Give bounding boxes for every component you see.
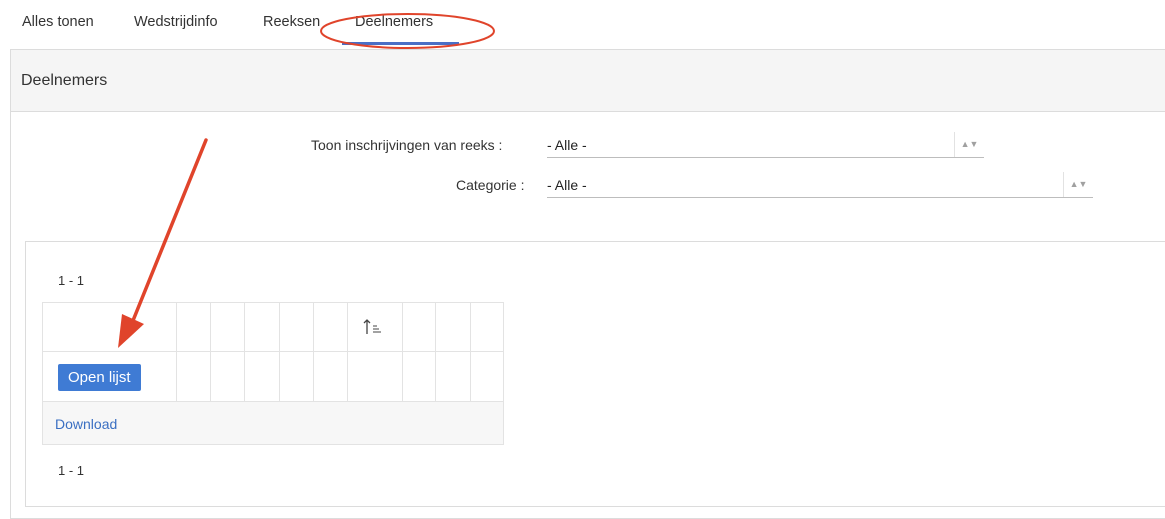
table-row: Open lijst [42, 351, 504, 401]
active-tab-indicator [342, 42, 459, 45]
deelnemers-panel: Deelnemers Toon inschrijvingen van reeks… [10, 49, 1165, 519]
tab-deelnemers[interactable]: Deelnemers [355, 14, 433, 30]
tab-bar: Alles tonen Wedstrijdinfo Reeksen Deelne… [0, 0, 1165, 49]
filter-categorie-label: Categorie : [456, 177, 525, 193]
filter-reeks-value: - Alle - [547, 137, 587, 153]
pager-bottom: 1 - 1 [58, 463, 85, 478]
filter-reeks-label: Toon inschrijvingen van reeks : [311, 137, 503, 153]
table-header-row [42, 302, 504, 352]
sort-ascending-icon[interactable] [362, 316, 384, 338]
tab-alles-tonen[interactable]: Alles tonen [22, 14, 94, 30]
select-arrows-icon: ▲▼ [954, 132, 984, 157]
select-arrows-icon: ▲▼ [1063, 172, 1093, 197]
pager-top: 1 - 1 [58, 273, 85, 288]
tab-wedstrijdinfo[interactable]: Wedstrijdinfo [134, 14, 218, 30]
download-link[interactable]: Download [55, 416, 117, 432]
filter-categorie-select[interactable]: - Alle - ▲▼ [547, 172, 1093, 198]
open-lijst-button[interactable]: Open lijst [58, 364, 141, 391]
tab-reeksen[interactable]: Reeksen [263, 14, 320, 30]
table-footer-row: Download [42, 401, 504, 445]
filter-reeks-select[interactable]: - Alle - ▲▼ [547, 132, 984, 158]
filter-categorie-value: - Alle - [547, 177, 587, 193]
results-box: 1 - 1 Open lijst Download 1 - 1 [25, 241, 1165, 507]
panel-header: Deelnemers [11, 50, 1165, 112]
panel-title: Deelnemers [21, 72, 108, 89]
